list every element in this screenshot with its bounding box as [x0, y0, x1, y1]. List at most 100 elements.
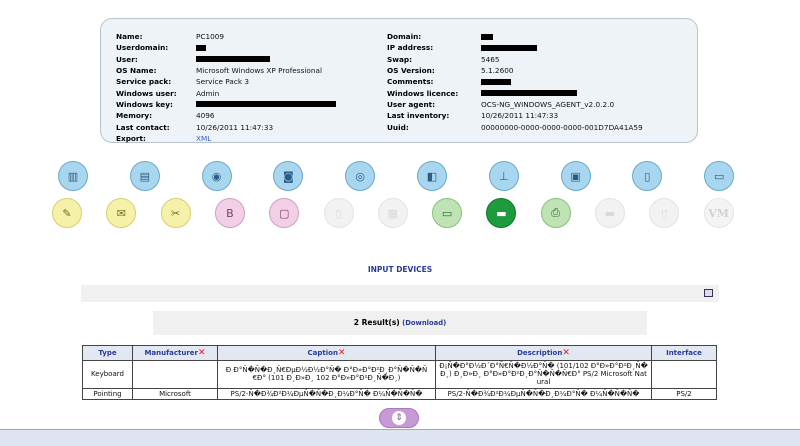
info-label: OS Name: — [116, 66, 157, 76]
info-row: Comments: — [387, 76, 643, 87]
info-row: OS Version: 5.1.2600 — [387, 65, 643, 76]
redacted-value — [196, 44, 206, 51]
drive-icon[interactable]: ◙ — [273, 161, 304, 191]
redacted-value — [481, 33, 493, 40]
scroll-toggle-button[interactable]: ⇕ — [379, 408, 419, 428]
info-value: Admin — [196, 88, 220, 98]
table-row: Pointing Microsoft PS/2-Ñ�Ð¾Ð²Ð¼ÐµÑ�Ñ�Ð¸… — [82, 387, 717, 400]
header-description[interactable]: Description✕ — [435, 345, 652, 361]
bios-icon[interactable]: ▥ — [58, 161, 88, 191]
ports-icon[interactable]: ▭ — [704, 161, 735, 191]
header-interface[interactable]: Interface — [651, 345, 717, 361]
window-toggle-icon[interactable] — [704, 289, 713, 297]
info-value: Service Pack 3 — [196, 77, 250, 87]
info-left-column: Name: PC1009 Userdomain: User: OS Name: Micro… — [116, 31, 336, 144]
info-value: Microsoft Windows XP Professional — [196, 66, 322, 76]
info-label: Last contact: — [116, 122, 170, 132]
info-row: Last contact: 10/26/2011 11:47:33 — [116, 121, 336, 132]
input-devices-icon[interactable]: ▬ — [486, 198, 517, 228]
remove-column-icon[interactable]: ✕ — [198, 348, 206, 358]
controller-icon[interactable]: ▣ — [560, 161, 591, 191]
cell-caption: PS/2-Ñ�Ð¾Ð²Ð¼ÐµÑ�Ñ�Ð¸Ð¼Ð°Ñ� Ð¼Ñ�Ñ�Ñ� — [217, 387, 436, 400]
hardware-category-icons: ▥ ▤ ◉ ◙ ◎ ◧ ⊥ ▣ ▯ ▭ — [0, 161, 800, 195]
slots-icon[interactable]: ▯ — [632, 161, 663, 191]
info-row: Uuid: 00000000-0000-0000-0000-001D7DA41A5… — [387, 121, 643, 132]
section-toolbar — [81, 285, 719, 302]
bios-chip-icon[interactable]: B — [214, 198, 245, 228]
software-icon[interactable]: ✎ — [52, 198, 82, 228]
monitor-icon[interactable]: ▭ — [432, 198, 463, 228]
result-count-box: 2 Result(s) (Download) — [153, 311, 647, 335]
info-row: Domain: — [387, 31, 643, 42]
printer-icon[interactable]: ⎙ — [540, 198, 571, 228]
info-row: Swap: 5465 — [387, 54, 643, 65]
input-devices-table: Type Manufacturer✕ Caption✕ Description✕… — [82, 345, 717, 400]
header-type[interactable]: Type — [82, 345, 133, 361]
cell-interface: PS/2 — [651, 387, 717, 400]
export-xml-link[interactable]: XML — [196, 134, 211, 143]
info-label: Domain: — [387, 32, 422, 42]
video-icon[interactable]: ◎ — [345, 161, 376, 191]
info-row: Windows key: — [116, 99, 336, 110]
info-row: Export: XML — [116, 133, 336, 144]
info-label: Comments: — [387, 77, 434, 87]
info-label: Windows licence: — [387, 88, 459, 98]
computer-info-panel: Name: PC1009 Userdomain: User: OS Name: Micro… — [100, 18, 698, 143]
info-label: IP address: — [387, 43, 434, 53]
remove-column-icon[interactable]: ✕ — [562, 348, 570, 358]
header-manufacturer[interactable]: Manufacturer✕ — [132, 345, 218, 361]
cell-type: Pointing — [82, 387, 133, 400]
storage-icon[interactable]: ◉ — [201, 161, 232, 191]
table-row: Keyboard Ð Ð°Ñ�Ñ�Ð¸Ñ€ÐµÐ½Ð½Ð°Ñ� Ð°Ð»Ð°Ð²… — [82, 360, 717, 389]
info-row: Memory: 4096 — [116, 110, 336, 121]
redacted-value — [481, 44, 537, 51]
download-link[interactable]: (Download) — [402, 319, 446, 327]
info-label: Name: — [116, 32, 143, 42]
header-caption[interactable]: Caption✕ — [217, 345, 436, 361]
info-value: 10/26/2011 11:47:33 — [481, 111, 559, 121]
scroll-arrows-icon: ⇕ — [392, 411, 406, 425]
folder-icon[interactable]: ▢ — [269, 198, 300, 228]
virtual-machine-icon[interactable]: VM — [703, 198, 734, 228]
info-label: Windows user: — [116, 88, 177, 98]
info-row: Userdomain: — [116, 42, 336, 53]
cell-description: PS/2-Ñ�Ð¾Ð²Ð¼ÐµÑ�Ñ�Ð¸Ð¼Ð°Ñ� Ð¼Ñ�Ñ�Ñ� — [435, 387, 652, 400]
disabled-icon-4: ▯ — [649, 198, 680, 228]
info-label: User agent: — [387, 99, 436, 109]
footer-bar — [0, 429, 800, 446]
info-label: Userdomain: — [116, 43, 169, 53]
info-label: Service pack: — [116, 77, 172, 87]
section-title: INPUT DEVICES — [367, 265, 433, 274]
info-label: OS Version: — [387, 66, 435, 76]
info-label: Memory: — [116, 111, 153, 121]
info-value: 5.1.2600 — [481, 66, 514, 76]
redacted-value — [481, 78, 511, 85]
info-label: Swap: — [387, 54, 413, 64]
info-label: Uuid: — [387, 122, 409, 132]
registry-icon[interactable]: ✉ — [106, 198, 137, 228]
info-value: OCS-NG_WINDOWS_AGENT_v2.0.2.0 — [481, 99, 615, 109]
info-row: User: — [116, 54, 336, 65]
info-value: 10/26/2011 11:47:33 — [196, 122, 274, 132]
info-value: 4096 — [196, 111, 215, 121]
sound-icon[interactable]: ◧ — [417, 161, 447, 191]
info-row: Windows user: Admin — [116, 87, 336, 98]
software-category-icons: ✎ ✉ ✂ B ▢ ▯ ▦ ▭ ▬ ⎙ ▬ ▯ VM — [0, 198, 800, 232]
info-row: OS Name: Microsoft Windows XP Professiona… — [116, 65, 336, 76]
memory-icon[interactable]: ▤ — [129, 161, 160, 191]
cell-interface — [651, 360, 717, 389]
info-row: User agent: OCS-NG_WINDOWS_AGENT_v2.0.2.0 — [387, 99, 643, 110]
network-icon[interactable]: ⊥ — [488, 161, 519, 191]
cell-caption: Ð Ð°Ñ�Ñ�Ð¸Ñ€ÐµÐ½Ð½Ð°Ñ� Ð°Ð»Ð°Ð²Ð¸Ð°Ñ�Ñ�Ñ… — [217, 360, 436, 389]
cell-type: Keyboard — [82, 360, 133, 389]
info-row: Windows licence: — [387, 87, 643, 98]
table-header-row: Type Manufacturer✕ Caption✕ Description✕… — [82, 345, 717, 361]
info-label: Windows key: — [116, 99, 173, 109]
disabled-icon-1: ▯ — [323, 198, 354, 228]
info-label: Export: — [116, 133, 146, 143]
settings-icon[interactable]: ✂ — [160, 198, 191, 228]
info-label: User: — [116, 54, 138, 64]
disabled-icon-3: ▬ — [595, 198, 625, 228]
remove-column-icon[interactable]: ✕ — [338, 348, 346, 358]
redacted-value — [481, 90, 577, 97]
